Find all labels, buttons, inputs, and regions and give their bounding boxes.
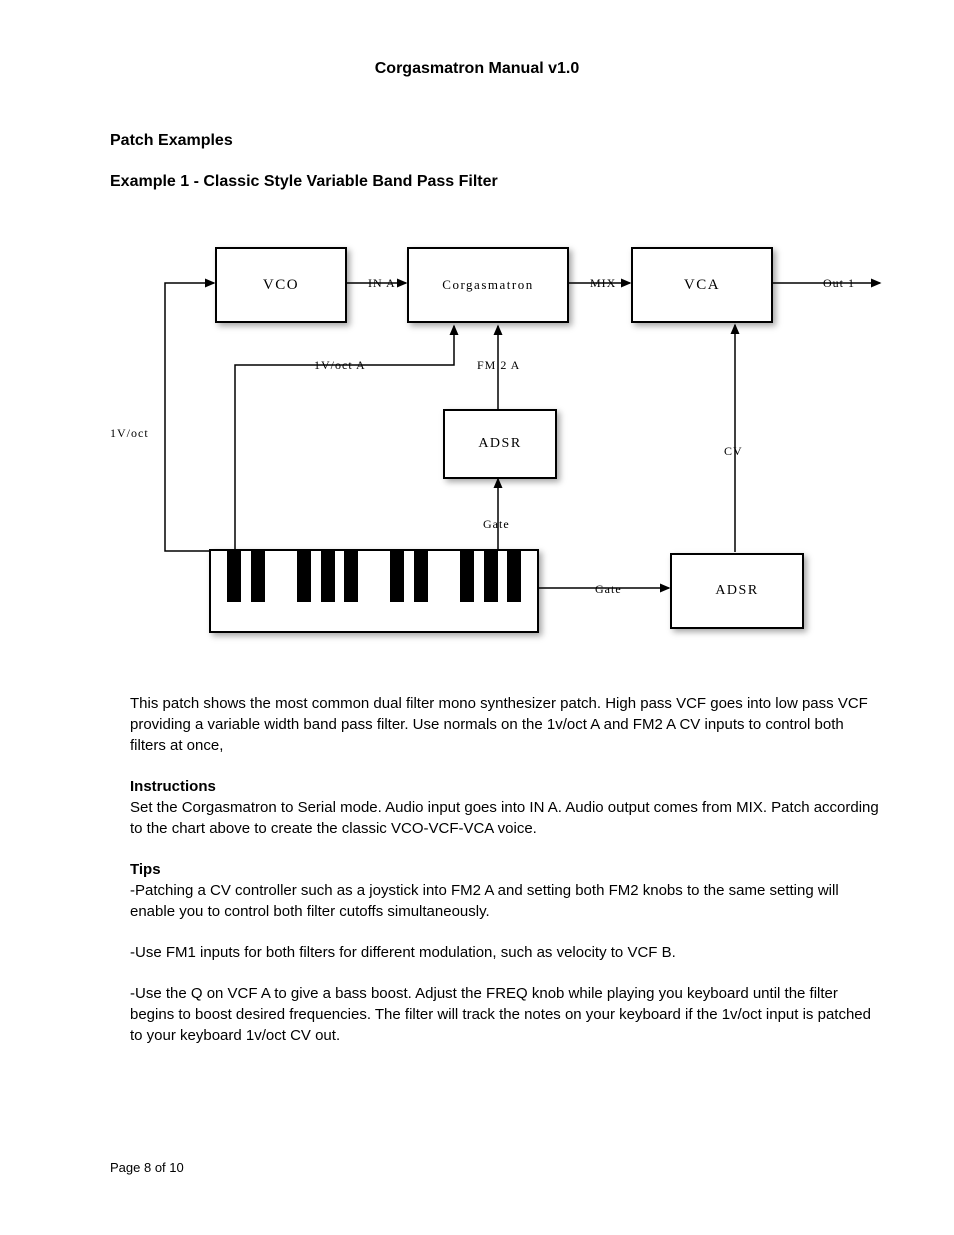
section-heading: Patch Examples	[110, 130, 899, 152]
label-gate2: Gate	[595, 581, 622, 598]
vca-box: VCA	[631, 247, 773, 323]
label-1voct: 1V/oct	[110, 425, 149, 442]
label-mix: MIX	[590, 275, 616, 292]
tip-1: -Patching a CV controller such as a joys…	[130, 880, 879, 922]
keyboard-icon	[209, 549, 539, 633]
patch-diagram: VCO Corgasmatron VCA ADSR ADSR IN A MIX …	[110, 233, 920, 653]
label-gate1: Gate	[483, 516, 510, 533]
tip-2: -Use FM1 inputs for both filters for dif…	[130, 942, 879, 963]
label-out1: Out 1	[823, 275, 855, 292]
tip-3: -Use the Q on VCF A to give a bass boost…	[130, 983, 879, 1046]
instructions-heading: Instructions	[130, 776, 879, 797]
vco-box: VCO	[215, 247, 347, 323]
corgasmatron-box: Corgasmatron	[407, 247, 569, 323]
label-in-a: IN A	[368, 275, 396, 292]
example-heading: Example 1 - Classic Style Variable Band …	[110, 171, 899, 193]
intro-paragraph: This patch shows the most common dual fi…	[130, 693, 879, 756]
label-fm2a: FM 2 A	[477, 357, 520, 374]
label-cv: CV	[724, 443, 743, 460]
adsr2-box: ADSR	[670, 553, 804, 629]
adsr1-box: ADSR	[443, 409, 557, 479]
page-title: Corgasmatron Manual v1.0	[55, 58, 899, 80]
instructions-text: Set the Corgasmatron to Serial mode. Aud…	[130, 797, 879, 839]
tips-heading: Tips	[130, 859, 879, 880]
page-footer: Page 8 of 10	[110, 1159, 184, 1177]
label-1voct-a: 1V/oct A	[314, 357, 366, 374]
